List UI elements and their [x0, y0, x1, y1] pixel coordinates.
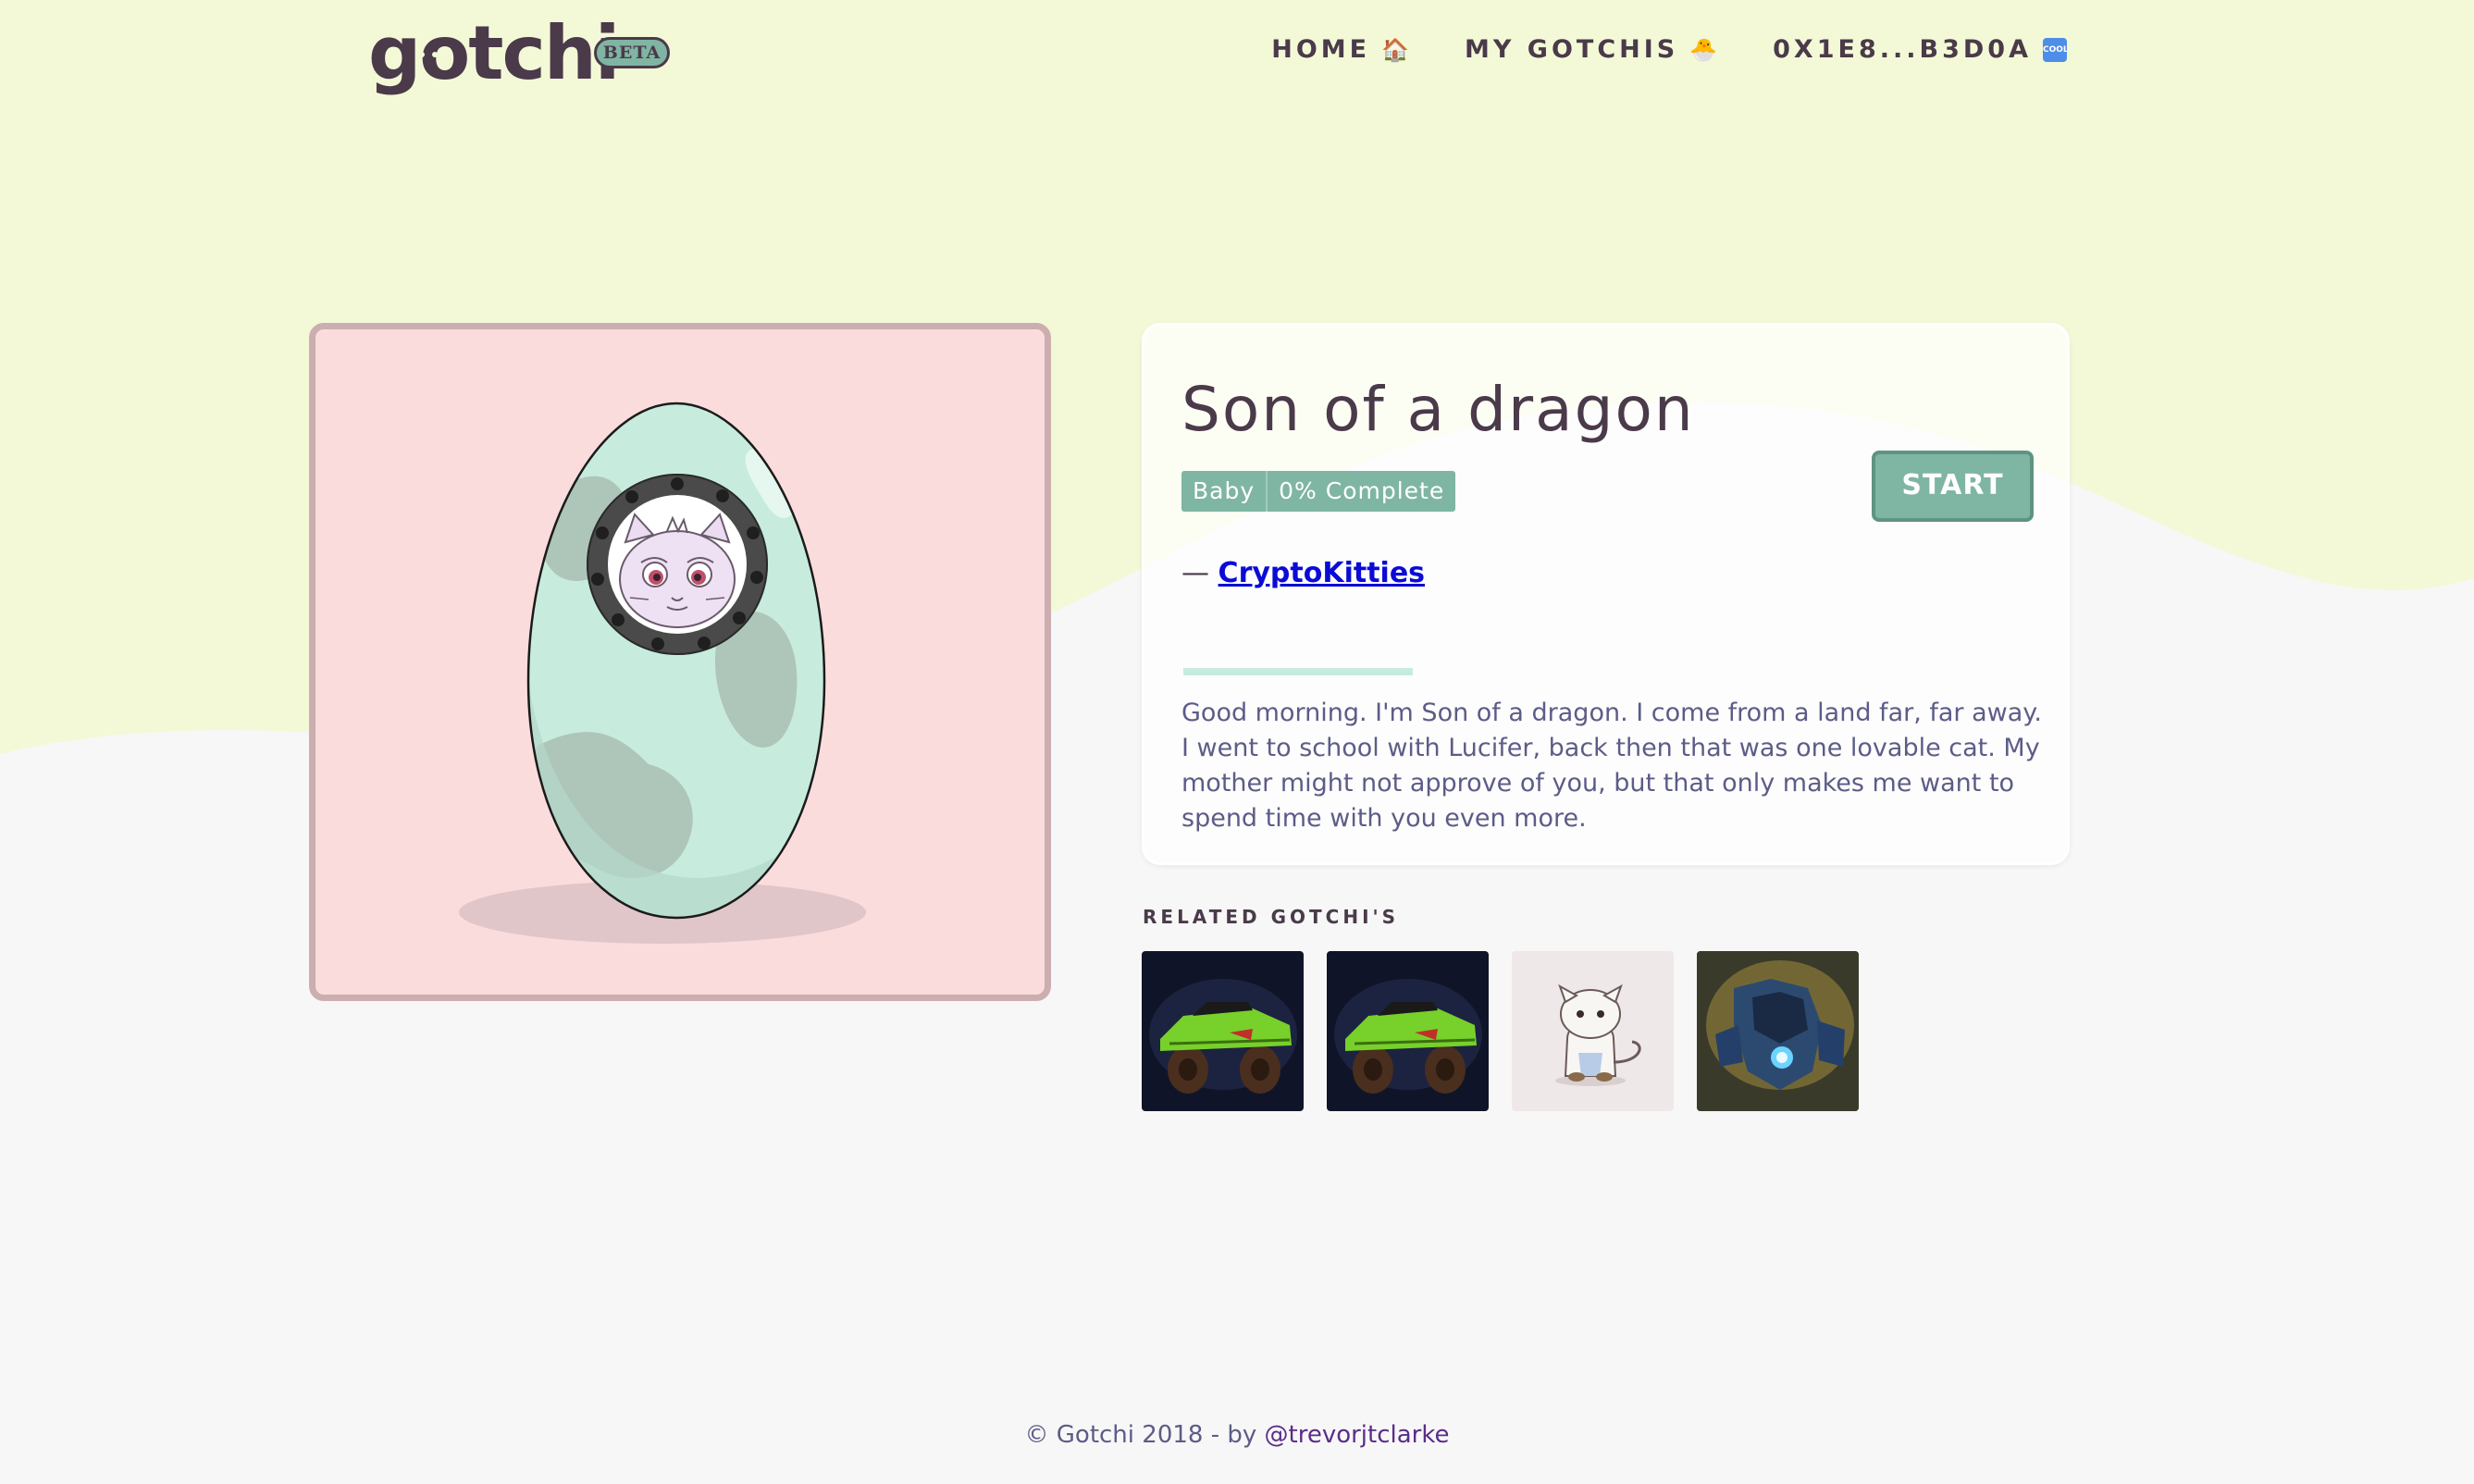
- related-gotchi-4[interactable]: [1697, 951, 1859, 1111]
- nav-home[interactable]: HOME 🏠: [1271, 35, 1409, 64]
- start-button[interactable]: START: [1872, 451, 2034, 522]
- hatching-chick-icon: 🐣: [1689, 36, 1718, 63]
- cool-button-icon: COOL: [2043, 37, 2069, 62]
- gotchi-egg-illustration: [459, 402, 866, 944]
- gotchi-info-card: Son of a dragon Baby 0% Complete START —…: [1142, 323, 2070, 865]
- section-divider: [1183, 668, 1413, 675]
- kitty-face-icon: [619, 513, 736, 628]
- author-link[interactable]: @trevorjtclarke: [1265, 1421, 1450, 1449]
- house-icon: 🏠: [1381, 36, 1409, 63]
- cryptokitty-image: [1555, 983, 1641, 1086]
- related-gotchis-heading: RELATED GOTCHI'S: [1143, 906, 1400, 928]
- nav-my-gotchis-label: MY GOTCHIS: [1464, 35, 1679, 64]
- related-gotchi-2[interactable]: [1327, 951, 1489, 1111]
- monster-truck-image: [1149, 979, 1297, 1094]
- gotchi-status-tags: Baby 0% Complete: [1181, 471, 1456, 512]
- gotchi-egg-panel: [309, 323, 1051, 1001]
- monster-truck-image: [1334, 979, 1482, 1094]
- copyright-text: © Gotchi 2018 - by: [1024, 1421, 1265, 1449]
- related-gotchis-list: [1142, 951, 1859, 1111]
- main-nav: HOME 🏠 MY GOTCHIS 🐣 0X1E8...B3D0A COOL: [1271, 35, 2069, 64]
- cryptokitties-link[interactable]: CryptoKitties: [1218, 557, 1426, 589]
- gotchi-logo[interactable]: gotchi: [368, 7, 620, 100]
- gotchi-name-title: Son of a dragon: [1181, 374, 1695, 445]
- top-navigation: gotchi BETA HOME 🏠 MY GOTCHIS 🐣 0X1E8...…: [0, 0, 2474, 111]
- armored-robot-image: [1697, 951, 1859, 1111]
- logo-eyes-icon: [419, 52, 438, 57]
- stage-tag: Baby: [1181, 471, 1267, 512]
- related-gotchi-1[interactable]: [1142, 951, 1304, 1111]
- progress-tag: 0% Complete: [1266, 471, 1456, 512]
- nav-home-label: HOME: [1271, 35, 1371, 64]
- attribution-dash: —: [1181, 557, 1209, 589]
- page-footer: © Gotchi 2018 - by @trevorjtclarke: [0, 1421, 2474, 1449]
- nav-wallet-address[interactable]: 0X1E8...B3D0A COOL: [1773, 35, 2069, 64]
- porthole-window: [587, 474, 768, 655]
- beta-badge: BETA: [594, 37, 670, 68]
- attribution: — CryptoKitties: [1181, 557, 1425, 589]
- wallet-address-label: 0X1E8...B3D0A: [1773, 35, 2032, 64]
- related-gotchi-3[interactable]: [1512, 951, 1674, 1111]
- nav-my-gotchis[interactable]: MY GOTCHIS 🐣: [1465, 35, 1717, 64]
- gotchi-description: Good morning. I'm Son of a dragon. I com…: [1181, 699, 2042, 833]
